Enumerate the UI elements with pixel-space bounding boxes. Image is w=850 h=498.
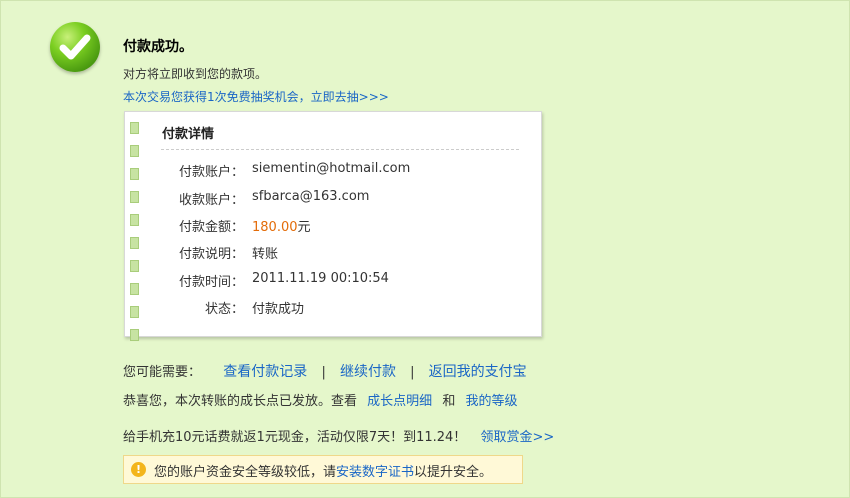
actions-prompt: 您可能需要： bbox=[123, 365, 202, 380]
payment-details-card: 付款详情 付款账户： siementin@hotmail.com 收款账户： s… bbox=[124, 111, 542, 341]
payee-account-value: sfbarca@163.com bbox=[252, 189, 370, 204]
warning-icon: ! bbox=[131, 462, 146, 477]
detail-label: 收款账户： bbox=[178, 193, 244, 208]
separator: | bbox=[410, 365, 415, 380]
details-divider bbox=[161, 149, 519, 150]
detail-label: 付款说明： bbox=[178, 247, 244, 262]
promo-line: 给手机充10元话费就返1元现金，活动仅限7天！到11.24！ 领取赏金>> bbox=[123, 426, 554, 445]
claim-reward-link[interactable]: 领取赏金>> bbox=[480, 430, 554, 445]
payer-account-value: siementin@hotmail.com bbox=[252, 161, 411, 176]
warning-text-before: 您的账户资金安全等级较低，请 bbox=[154, 465, 337, 480]
growth-text: 恭喜您，本次转账的成长点已发放。查看 bbox=[123, 394, 358, 409]
amount-unit: 元 bbox=[297, 220, 311, 235]
detail-label: 付款账户： bbox=[178, 165, 244, 180]
actions-bar: 您可能需要： 查看付款记录 | 继续付款 | 返回我的支付宝 bbox=[123, 361, 527, 381]
detail-label: 付款金额： bbox=[178, 220, 244, 235]
view-records-link[interactable]: 查看付款记录 bbox=[223, 364, 307, 380]
time-value: 2011.11.19 00:10:54 bbox=[252, 271, 389, 286]
details-title: 付款详情 bbox=[162, 127, 215, 142]
detail-label: 付款时间： bbox=[178, 275, 244, 290]
amount-value: 180.00元 bbox=[252, 216, 311, 235]
separator: | bbox=[321, 365, 326, 380]
growth-and: 和 bbox=[442, 394, 456, 409]
my-level-link[interactable]: 我的等级 bbox=[465, 394, 517, 409]
page-title: 付款成功。 bbox=[123, 39, 193, 55]
install-certificate-link[interactable]: 安装数字证书 bbox=[336, 465, 414, 480]
amount-number: 180.00 bbox=[252, 220, 298, 235]
security-warning: ! 您的账户资金安全等级较低，请安装数字证书以提升安全。 bbox=[123, 455, 523, 484]
growth-points-line: 恭喜您，本次转账的成长点已发放。查看 成长点明细 和 我的等级 bbox=[123, 390, 517, 409]
growth-detail-link[interactable]: 成长点明细 bbox=[367, 394, 432, 409]
success-check-icon bbox=[50, 22, 100, 72]
success-message: 对方将立即收到您的款项。 bbox=[123, 67, 268, 81]
binder-decoration bbox=[130, 122, 140, 341]
note-value: 转账 bbox=[252, 247, 279, 262]
warning-text-after: 以提升安全。 bbox=[414, 465, 493, 480]
warning-text: 您的账户资金安全等级较低，请安装数字证书以提升安全。 bbox=[154, 461, 492, 480]
back-to-alipay-link[interactable]: 返回我的支付宝 bbox=[429, 364, 527, 380]
status-value: 付款成功 bbox=[252, 302, 305, 317]
lottery-link[interactable]: 本次交易您获得1次免费抽奖机会，立即去抽>>> bbox=[123, 88, 389, 105]
promo-text: 给手机充10元话费就返1元现金，活动仅限7天！到11.24！ bbox=[123, 430, 467, 445]
detail-label: 状态： bbox=[204, 302, 244, 317]
continue-pay-link[interactable]: 继续付款 bbox=[340, 364, 396, 380]
